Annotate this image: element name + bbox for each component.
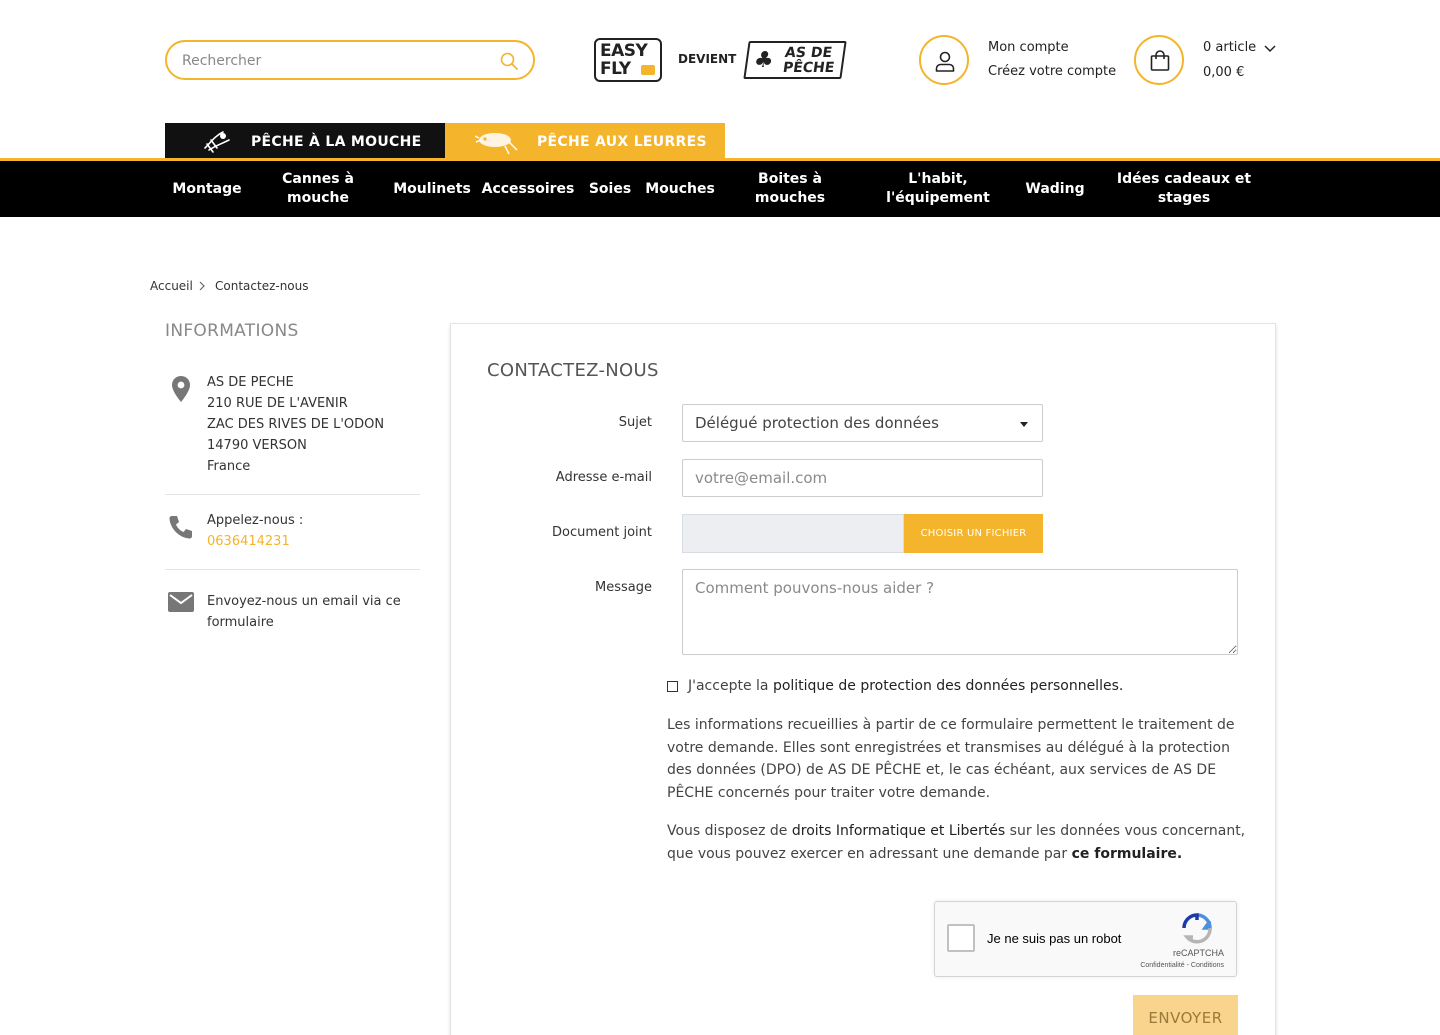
consent-text: J'accepte la politique de protection des…	[688, 678, 1123, 694]
user-icon	[935, 51, 955, 72]
recaptcha-links[interactable]: Confidentialité - Conditions	[1140, 962, 1224, 969]
recaptcha-checkbox[interactable]	[947, 924, 975, 952]
cart-total: 0,00 €	[1203, 65, 1245, 80]
recaptcha-widget: Je ne suis pas un robot reCAPTCHA Confid…	[934, 901, 1237, 977]
message-label: Message	[595, 580, 652, 595]
asdepeche-logo-line2: PÊCHE	[781, 60, 836, 76]
address-line: 14790 VERSON	[207, 438, 307, 453]
breadcrumb-current: Contactez-nous	[215, 279, 309, 293]
email-field[interactable]	[682, 459, 1043, 497]
form-title: CONTACTEZ-NOUS	[487, 360, 659, 381]
submit-button[interactable]: ENVOYER	[1133, 995, 1238, 1035]
caret-down-icon	[1020, 422, 1028, 427]
address-line: France	[207, 459, 251, 474]
nav-item-soies[interactable]: Soies	[585, 161, 635, 217]
consent-checkbox[interactable]	[667, 681, 678, 692]
club-icon: ♣	[752, 48, 776, 73]
info-title: INFORMATIONS	[165, 321, 299, 341]
lure-icon	[475, 133, 518, 155]
address-line: AS DE PECHE	[207, 375, 294, 390]
account-button[interactable]	[919, 35, 969, 85]
email-icon	[168, 592, 194, 612]
nav-item-accessoires[interactable]: Accessoires	[481, 161, 575, 217]
address-line: 210 RUE DE L'AVENIR	[207, 396, 348, 411]
my-account-link[interactable]: Mon compte	[988, 40, 1069, 55]
fly-icon	[204, 131, 230, 153]
nav-item-mouches[interactable]: Mouches	[644, 161, 716, 217]
cart-button[interactable]	[1134, 35, 1184, 85]
tab-fly-fishing-label: PÊCHE À LA MOUCHE	[251, 134, 422, 150]
search-bar	[165, 40, 535, 80]
file-label: Document joint	[552, 525, 652, 540]
address-line: ZAC DES RIVES DE L'ODON	[207, 417, 385, 432]
subject-select[interactable]: Délégué protection des données	[682, 404, 1043, 442]
nav-item-wading[interactable]: Wading	[1020, 161, 1090, 217]
email-label: Adresse e-mail	[555, 470, 652, 485]
recaptcha-logo-icon	[1182, 913, 1212, 944]
rights-link[interactable]: droits Informatique et Libertés	[792, 823, 1005, 839]
logo-devient-text: DEVIENT	[678, 52, 737, 66]
nav-item-cadeaux[interactable]: Idées cadeaux et stages	[1110, 161, 1258, 217]
rights-form-link[interactable]: ce formulaire.	[1072, 846, 1183, 862]
tab-lure-fishing[interactable]: PÊCHE AUX LEURRES	[445, 123, 725, 161]
shopping-bag-icon	[1150, 50, 1170, 71]
tab-fly-fishing[interactable]: PÊCHE À LA MOUCHE	[165, 123, 445, 161]
recaptcha-label: Je ne suis pas un robot	[987, 931, 1122, 946]
nav-item-boites[interactable]: Boites à mouches	[740, 161, 840, 217]
divider	[165, 569, 420, 570]
choose-file-button[interactable]: CHOISIR UN FICHIER	[904, 514, 1043, 553]
file-name-display[interactable]	[682, 514, 904, 553]
asdepeche-logo-line1: AS DE	[783, 45, 834, 61]
divider	[165, 494, 420, 495]
privacy-policy-link[interactable]: politique de protection des données pers…	[773, 678, 1123, 694]
recaptcha-brand: reCAPTCHA	[1172, 948, 1224, 958]
phone-icon	[169, 516, 192, 539]
rights-paragraph: Vous disposez de droits Informatique et …	[667, 820, 1252, 865]
site-logo[interactable]: EASY FLY DEVIENT ♣ AS DE PÊCHE	[594, 36, 847, 84]
nav-item-moulinets[interactable]: Moulinets	[390, 161, 474, 217]
create-account-link[interactable]: Créez votre compte	[988, 64, 1116, 79]
info-paragraph: Les informations recueillies à partir de…	[667, 717, 1235, 801]
tab-lure-fishing-label: PÊCHE AUX LEURRES	[537, 134, 707, 150]
cart-count[interactable]: 0 article	[1203, 40, 1256, 55]
search-input[interactable]	[182, 50, 482, 72]
consent-prefix: J'accepte la	[688, 678, 773, 694]
phone-label: Appelez-nous :	[207, 513, 304, 528]
breadcrumb-home[interactable]: Accueil	[150, 279, 193, 293]
chevron-right-icon	[199, 281, 205, 291]
address-block: AS DE PECHE 210 RUE DE L'AVENIR ZAC DES …	[207, 372, 384, 477]
subject-selected-value: Délégué protection des données	[695, 414, 939, 432]
location-pin-icon	[172, 376, 190, 402]
nav-item-montage[interactable]: Montage	[165, 161, 249, 217]
search-icon[interactable]	[499, 51, 519, 71]
chevron-down-icon[interactable]	[1263, 42, 1277, 56]
subject-label: Sujet	[618, 415, 652, 430]
easyfly-logo-line2: FLY	[600, 59, 631, 79]
asdepeche-logo: ♣ AS DE PÊCHE	[743, 41, 847, 79]
phone-block: Appelez-nous : 0636414231	[207, 510, 303, 552]
email-text[interactable]: Envoyez-nous un email via ce formulaire	[207, 591, 417, 633]
nav-item-habit[interactable]: L'habit, l'équipement	[873, 161, 1003, 217]
easyfly-logo: EASY FLY	[594, 38, 662, 82]
main-nav: Montage Cannes à mouche Moulinets Access…	[0, 158, 1440, 217]
nav-item-cannes[interactable]: Cannes à mouche	[266, 161, 370, 217]
message-field[interactable]	[682, 569, 1238, 655]
easyfly-logo-line1: EASY	[600, 41, 648, 61]
phone-number[interactable]: 0636414231	[207, 531, 303, 552]
rights-prefix: Vous disposez de	[667, 823, 792, 839]
